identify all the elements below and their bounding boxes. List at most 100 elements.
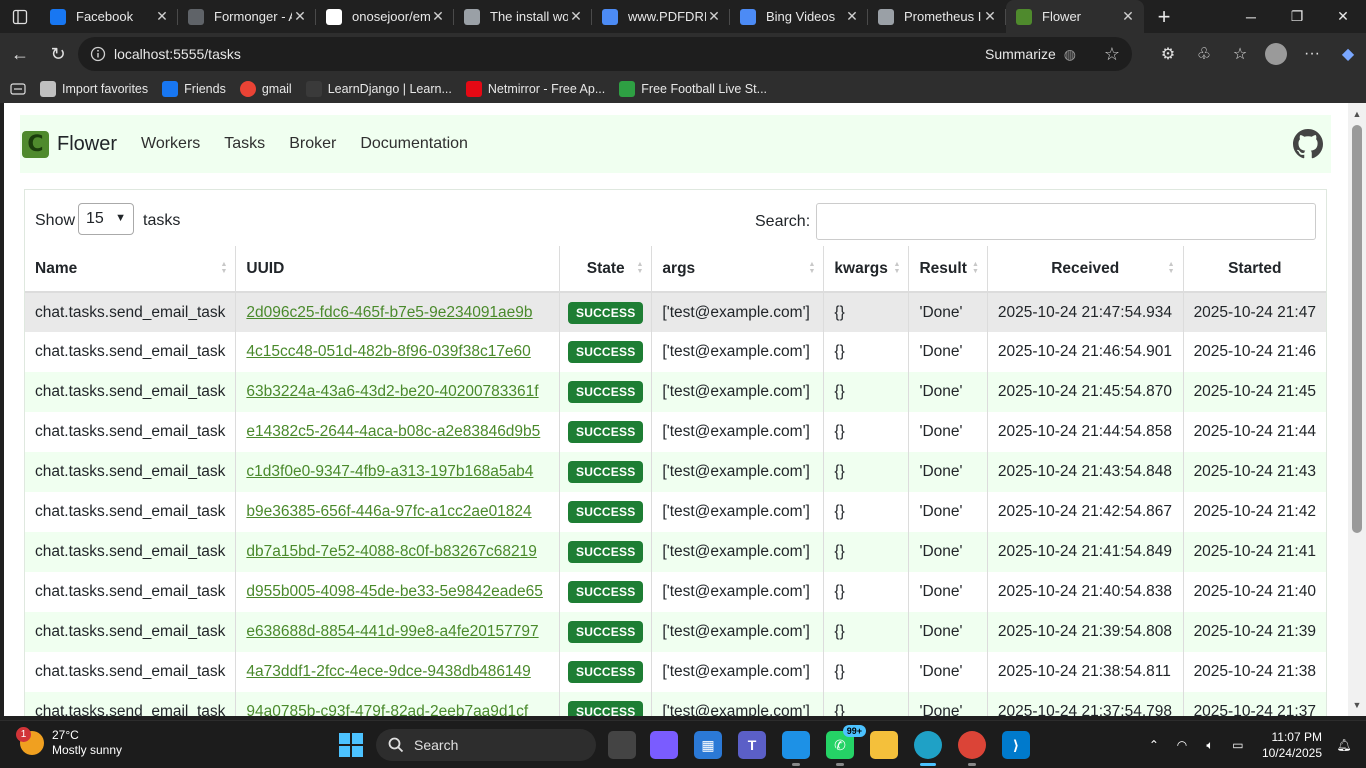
refresh-button[interactable]: ↻ <box>40 38 76 70</box>
bookmarks-sidebar-icon[interactable] <box>10 83 26 95</box>
table-row[interactable]: chat.tasks.send_email_task d955b005-4098-… <box>25 572 1326 612</box>
scrollbar-thumb[interactable] <box>1352 125 1362 533</box>
start-button[interactable] <box>339 733 363 757</box>
store-app-icon[interactable]: ▦ <box>694 731 722 759</box>
column-header-uuid[interactable]: UUID <box>235 246 560 293</box>
task-uuid-link[interactable]: 4a73ddf1-2fcc-4ece-9dce-9438db486149 <box>246 663 530 680</box>
browser-tab[interactable]: Prometheus In ✕ <box>868 0 1006 33</box>
search-input[interactable] <box>816 203 1316 240</box>
nav-tasks[interactable]: Tasks <box>224 135 265 153</box>
summarize-button[interactable]: Summarize ◍ <box>985 46 1076 63</box>
address-bar[interactable]: localhost:5555/tasks Summarize ◍ ☆ <box>78 37 1132 71</box>
close-window-button[interactable]: ✕ <box>1320 0 1366 33</box>
minimize-button[interactable]: ─ <box>1228 0 1274 33</box>
docker-app-icon[interactable] <box>782 731 810 766</box>
task-view-icon[interactable] <box>608 731 636 759</box>
table-row[interactable]: chat.tasks.send_email_task 4c15cc48-051d-… <box>25 332 1326 372</box>
browser-tab[interactable]: The install wo ✕ <box>454 0 592 33</box>
column-header-received[interactable]: Received ▲ ▼ <box>987 246 1184 293</box>
table-row[interactable]: chat.tasks.send_email_task e14382c5-2644-… <box>25 412 1326 452</box>
table-row[interactable]: chat.tasks.send_email_task e638688d-8854-… <box>25 612 1326 652</box>
clock[interactable]: 11:07 PM 10/24/2025 <box>1262 729 1322 761</box>
task-uuid-link[interactable]: e14382c5-2644-4aca-b08c-a2e83846d9b5 <box>246 423 540 440</box>
table-row[interactable]: chat.tasks.send_email_task 2d096c25-fdc6-… <box>25 292 1326 332</box>
task-uuid-link[interactable]: d955b005-4098-45de-be33-5e9842eade65 <box>246 583 543 600</box>
copilot-icon[interactable]: ◆ <box>1330 38 1366 70</box>
column-header-args[interactable]: args ▲ ▼ <box>651 246 825 293</box>
more-menu-icon[interactable]: ··· <box>1294 38 1330 70</box>
table-row[interactable]: chat.tasks.send_email_task db7a15bd-7e52-… <box>25 532 1326 572</box>
task-uuid-link[interactable]: e638688d-8854-441d-99e8-a4fe20157797 <box>246 623 538 640</box>
file-explorer-icon[interactable] <box>870 731 898 759</box>
column-header-kwargs[interactable]: kwargs ▲ ▼ <box>823 246 910 293</box>
close-tab-icon[interactable]: ✕ <box>430 8 446 25</box>
column-header-name[interactable]: Name ▲ ▼ <box>25 246 237 293</box>
maximize-button[interactable]: ❐ <box>1274 0 1320 33</box>
task-uuid-link[interactable]: db7a15bd-7e52-4088-8c0f-b83267c68219 <box>246 543 536 560</box>
whatsapp-app-icon[interactable]: ✆ 99+ <box>826 725 866 766</box>
back-button[interactable]: ← <box>2 38 38 70</box>
close-tab-icon[interactable]: ✕ <box>706 8 722 25</box>
table-row[interactable]: chat.tasks.send_email_task c1d3f0e0-9347-… <box>25 452 1326 492</box>
github-icon[interactable] <box>1293 129 1323 159</box>
favorite-star-icon[interactable]: ☆ <box>1104 44 1120 65</box>
volume-icon[interactable]: 🔈︎ <box>1198 738 1222 753</box>
column-header-state[interactable]: State ▲ ▼ <box>559 246 653 293</box>
nav-broker[interactable]: Broker <box>289 135 336 153</box>
notification-bell-icon[interactable]: 🔔︎ <box>1332 738 1356 752</box>
close-tab-icon[interactable]: ✕ <box>1120 8 1136 25</box>
browser-tab[interactable]: Bing Videos ✕ <box>730 0 868 33</box>
table-row[interactable]: chat.tasks.send_email_task 94a0785b-c93f-… <box>25 692 1326 716</box>
teams-app-icon[interactable]: T <box>738 731 766 759</box>
close-tab-icon[interactable]: ✕ <box>154 8 170 25</box>
browser-tab[interactable]: Flower ✕ <box>1006 0 1144 33</box>
close-tab-icon[interactable]: ✕ <box>844 8 860 25</box>
task-uuid-link[interactable]: 2d096c25-fdc6-465f-b7e5-9e234091ae9b <box>246 304 532 321</box>
edge-app-icon[interactable] <box>914 731 942 766</box>
bookmark-item[interactable]: Free Football Live St... <box>619 81 767 97</box>
browser-tab[interactable]: www.PDFDRIV✕ <box>592 0 730 33</box>
scroll-down-arrow-icon[interactable]: ▼ <box>1352 700 1362 710</box>
task-uuid-link[interactable]: 4c15cc48-051d-482b-8f96-039f38c17e60 <box>246 343 530 360</box>
vscode-app-icon[interactable]: ⟩ <box>1002 731 1030 759</box>
chevron-up-icon[interactable]: ⌃ <box>1142 738 1166 752</box>
column-header-started[interactable]: Started <box>1183 246 1326 293</box>
page-length-select[interactable]: 15 ▼ <box>78 203 134 235</box>
browser-tab[interactable]: Formonger - A ✕ <box>178 0 316 33</box>
table-row[interactable]: chat.tasks.send_email_task b9e36385-656f-… <box>25 492 1326 532</box>
page-scrollbar[interactable]: ▲ ▼ <box>1348 103 1366 716</box>
task-uuid-link[interactable]: b9e36385-656f-446a-97fc-a1cc2ae01824 <box>246 503 531 520</box>
bookmark-item[interactable]: Netmirror - Free Ap... <box>465 81 605 97</box>
task-uuid-link[interactable]: 94a0785b-c93f-479f-82ad-2eeb7aa9d1cf <box>246 703 528 716</box>
scroll-up-arrow-icon[interactable]: ▲ <box>1352 109 1362 119</box>
site-info-icon[interactable] <box>82 46 114 62</box>
close-tab-icon[interactable]: ✕ <box>292 8 308 25</box>
profile-avatar[interactable] <box>1265 43 1287 65</box>
nav-documentation[interactable]: Documentation <box>360 135 468 153</box>
close-tab-icon[interactable]: ✕ <box>568 8 584 25</box>
nav-workers[interactable]: Workers <box>141 135 200 153</box>
weather-widget[interactable]: 1 27°C Mostly sunny <box>16 727 122 758</box>
browser-tab[interactable]: Facebook ✕ <box>40 0 178 33</box>
url-text[interactable]: localhost:5555/tasks <box>114 46 241 62</box>
extensions-icon[interactable]: ⚙ <box>1150 38 1186 70</box>
bookmark-item[interactable]: LearnDjango | Learn... <box>305 81 452 97</box>
performance-icon[interactable]: ♧ <box>1186 38 1222 70</box>
new-tab-button[interactable]: + <box>1148 0 1180 33</box>
column-header-result[interactable]: Result ▲ ▼ <box>908 246 988 293</box>
table-row[interactable]: chat.tasks.send_email_task 63b3224a-43a6-… <box>25 372 1326 412</box>
battery-icon[interactable]: ▭ <box>1226 738 1250 752</box>
favorites-icon[interactable]: ☆ <box>1222 38 1258 70</box>
taskbar-search[interactable]: Search <box>376 729 596 761</box>
browser-tab[interactable]: onosejoor/em ✕ <box>316 0 454 33</box>
chrome-app-icon[interactable] <box>958 731 986 766</box>
brand[interactable]: C Flower <box>22 130 117 158</box>
bookmark-item[interactable]: Import favorites <box>40 81 148 97</box>
task-uuid-link[interactable]: c1d3f0e0-9347-4fb9-a313-197b168a5ab4 <box>246 463 533 480</box>
table-row[interactable]: chat.tasks.send_email_task 4a73ddf1-2fcc-… <box>25 652 1326 692</box>
task-uuid-link[interactable]: 63b3224a-43a6-43d2-be20-40200783361f <box>246 383 538 400</box>
copilot-app-icon[interactable] <box>650 731 678 759</box>
bookmark-item[interactable]: gmail <box>239 81 292 97</box>
wifi-icon[interactable]: ◠ <box>1170 738 1194 752</box>
close-tab-icon[interactable]: ✕ <box>982 8 998 25</box>
